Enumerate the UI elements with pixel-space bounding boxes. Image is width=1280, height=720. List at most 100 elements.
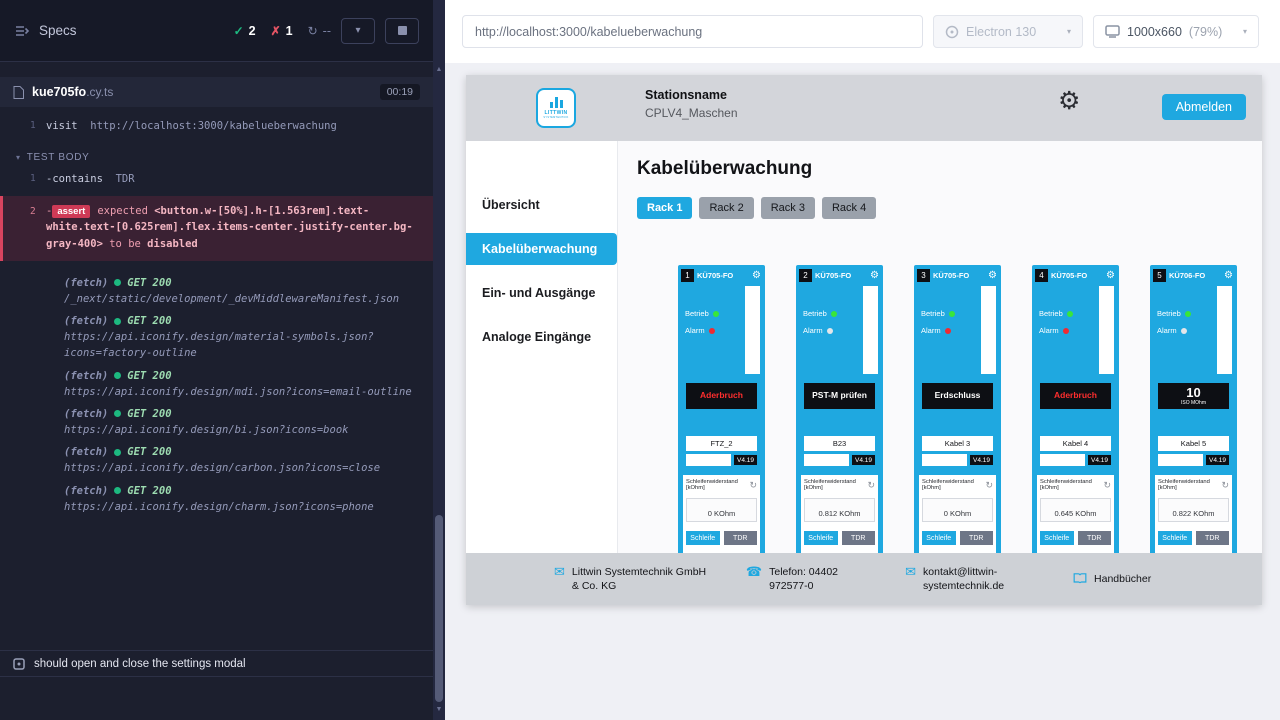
betrieb-label: Betrieb — [1157, 309, 1181, 318]
resistance-label: Schleifenwiderstand [kOhm] — [686, 479, 749, 491]
indicator-strip — [1099, 286, 1114, 374]
betrieb-led — [1067, 311, 1073, 317]
viewport-zoom: (79%) — [1189, 25, 1222, 39]
mail-icon: ✉ — [554, 565, 565, 579]
schleife-button[interactable]: Schleife — [1040, 531, 1074, 545]
rack-tab[interactable]: Rack 3 — [761, 197, 815, 219]
alarm-led — [945, 328, 951, 334]
tdr-button[interactable]: TDR — [1196, 531, 1230, 545]
alarm-led — [1063, 328, 1069, 334]
sidebar-item[interactable]: Übersicht — [466, 189, 617, 221]
rack-tab-label: Rack 3 — [771, 202, 805, 214]
settings-gear-icon[interactable]: ⚙ — [1058, 89, 1080, 114]
schleife-button[interactable]: Schleife — [922, 531, 956, 545]
resistance-panel: Schleifenwiderstand [kOhm] ↻ 0.822 KOhm … — [1155, 475, 1232, 553]
retry-icon: ↻ — [308, 24, 318, 38]
tdr-button[interactable]: TDR — [724, 531, 758, 545]
next-test-row[interactable]: should open and close the settings modal — [0, 650, 433, 677]
status-display: Aderbruch — [686, 383, 757, 409]
betrieb-label: Betrieb — [685, 309, 709, 318]
logout-button[interactable]: Abmelden — [1162, 94, 1246, 120]
visit-command-row[interactable]: 1 visit http://localhost:3000/kabelueber… — [0, 115, 433, 137]
sidebar-item[interactable]: Analoge Eingänge — [466, 321, 617, 353]
runner-scrollbar[interactable]: ▲ ▼ — [433, 0, 445, 720]
tdr-button[interactable]: TDR — [1078, 531, 1112, 545]
footer-item[interactable]: Handbücher — [1073, 572, 1151, 586]
resistance-label: Schleifenwiderstand [kOhm] — [1040, 479, 1103, 491]
schleife-button[interactable]: Schleife — [804, 531, 838, 545]
version-row: V4.19 — [1158, 454, 1229, 466]
sidebar-item-label: Übersicht — [482, 198, 540, 212]
alarm-led — [1181, 328, 1187, 334]
fetch-url: https://api.iconify.design/material-symb… — [64, 329, 417, 362]
module-gear-icon[interactable]: ⚙ — [870, 271, 879, 281]
refresh-icon[interactable]: ↻ — [1103, 481, 1111, 490]
stop-button[interactable] — [385, 18, 419, 44]
module-gear-icon[interactable]: ⚙ — [1106, 271, 1115, 281]
refresh-icon[interactable]: ↻ — [985, 481, 993, 490]
fetch-tag: (fetch) — [64, 485, 108, 497]
module-gear-icon[interactable]: ⚙ — [752, 271, 761, 281]
refresh-icon[interactable]: ↻ — [867, 481, 875, 490]
rack-tab[interactable]: Rack 1 — [637, 197, 692, 219]
tdr-button[interactable]: TDR — [842, 531, 876, 545]
indicator-strip — [863, 286, 878, 374]
browser-selector[interactable]: Electron 130 ▾ — [933, 15, 1083, 48]
refresh-icon[interactable]: ↻ — [1221, 481, 1229, 490]
tdr-button[interactable]: TDR — [960, 531, 994, 545]
command-log[interactable]: 1 visit http://localhost:3000/kabelueber… — [0, 112, 433, 650]
scrollbar-thumb[interactable] — [435, 515, 443, 702]
schleife-button[interactable]: Schleife — [1158, 531, 1192, 545]
viewport-size-selector[interactable]: 1000x660 (79%) ▾ — [1093, 15, 1259, 48]
specs-label[interactable]: Specs — [39, 23, 77, 38]
indicator-strip — [1217, 286, 1232, 374]
test-body-section[interactable]: ▾ TEST BODY — [0, 147, 433, 168]
module-number: 4 — [1035, 269, 1048, 282]
cable-module-card: 2 KÜ705-FO ⚙ Betrieb Alarm — [796, 265, 883, 553]
cable-name-field[interactable]: Kabel 5 — [1158, 436, 1229, 451]
cable-name-field[interactable]: FTZ_2 — [686, 436, 757, 451]
cable-name-field[interactable]: B23 — [804, 436, 875, 451]
firmware-version: V4.19 — [734, 455, 757, 465]
module-gear-icon[interactable]: ⚙ — [1224, 271, 1233, 281]
command-text: -contains TDR — [46, 171, 417, 187]
rack-tab[interactable]: Rack 2 — [699, 197, 753, 219]
module-gear-icon[interactable]: ⚙ — [988, 271, 997, 281]
fetch-url: https://api.iconify.design/bi.json?icons… — [64, 422, 417, 438]
version-row: V4.19 — [1040, 454, 1111, 466]
footer-item[interactable]: ✉ Littwin Systemtechnik GmbH & Co. KG — [554, 565, 710, 593]
address-bar[interactable] — [463, 25, 922, 39]
status-ok-dot — [114, 410, 121, 417]
phone-icon: ☎ — [746, 565, 762, 579]
sidebar-item[interactable]: Ein- und Ausgänge — [466, 277, 617, 309]
fetch-log-row[interactable]: (fetch) GET 200 https://api.iconify.desi… — [0, 400, 433, 438]
collapse-button[interactable]: ▾ — [341, 18, 375, 44]
scroll-down-arrow[interactable]: ▼ — [433, 706, 445, 713]
failed-assert-row[interactable]: 2 -assertexpected <button.w-[50%].h-[1.5… — [0, 196, 433, 261]
cable-name-field[interactable]: Kabel 3 — [922, 436, 993, 451]
rack-tab[interactable]: Rack 4 — [822, 197, 876, 219]
resistance-panel: Schleifenwiderstand [kOhm] ↻ 0 KOhm Schl… — [683, 475, 760, 553]
betrieb-label: Betrieb — [1039, 309, 1063, 318]
fetch-log-row[interactable]: (fetch) GET 200 /_next/static/developmen… — [0, 269, 433, 307]
app-sidebar: Übersicht Kabelüberwachung Ein- und Ausg… — [466, 141, 618, 553]
specs-list-icon[interactable] — [14, 24, 30, 38]
sidebar-item[interactable]: Kabelüberwachung — [466, 233, 617, 265]
spec-header[interactable]: kue705fo.cy.ts 00:19 — [0, 77, 433, 107]
footer-item[interactable]: ✉ kontakt@littwin-systemtechnik.de — [905, 565, 1037, 593]
schleife-button[interactable]: Schleife — [686, 531, 720, 545]
contains-command-row[interactable]: 1 -contains TDR — [0, 168, 433, 190]
card-header: 4 KÜ705-FO ⚙ — [1035, 268, 1116, 283]
fetch-log-row[interactable]: (fetch) GET 200 https://api.iconify.desi… — [0, 477, 433, 515]
fetch-log-row[interactable]: (fetch) GET 200 https://api.iconify.desi… — [0, 438, 433, 476]
fetch-log-row[interactable]: (fetch) GET 200 https://api.iconify.desi… — [0, 362, 433, 400]
fetch-status: GET 200 — [127, 408, 171, 420]
scroll-up-arrow[interactable]: ▲ — [433, 66, 445, 73]
cable-name-field[interactable]: Kabel 4 — [1040, 436, 1111, 451]
status-subtext: ISO MOhm — [1181, 400, 1206, 406]
module-number: 2 — [799, 269, 812, 282]
footer-item[interactable]: ☎ Telefon: 04402 972577-0 — [746, 565, 869, 593]
spec-timer: 00:19 — [380, 84, 420, 100]
fetch-log-row[interactable]: (fetch) GET 200 https://api.iconify.desi… — [0, 307, 433, 362]
refresh-icon[interactable]: ↻ — [749, 481, 757, 490]
